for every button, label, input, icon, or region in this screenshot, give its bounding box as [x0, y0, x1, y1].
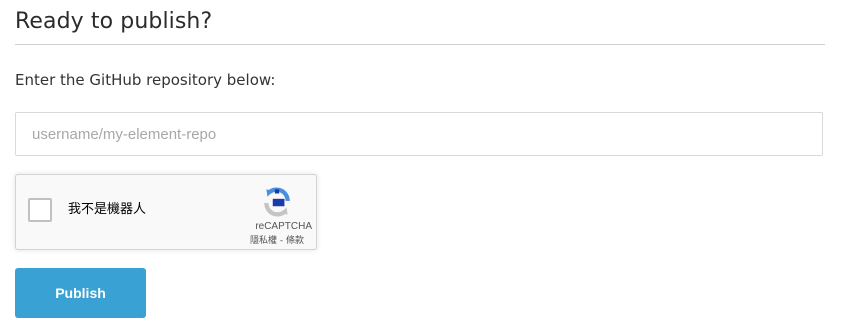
recaptcha-privacy-link[interactable]: 隱私權	[250, 236, 277, 246]
recaptcha-logo-icon	[264, 187, 290, 217]
recaptcha-widget: 我不是機器人 reCAPTCHA 隱私權 - 條款	[15, 174, 317, 250]
recaptcha-brand: reCAPTCHA	[255, 221, 312, 232]
recaptcha-links-separator: -	[277, 236, 286, 246]
recaptcha-terms-link[interactable]: 條款	[286, 236, 304, 246]
recaptcha-links: 隱私權 - 條款	[250, 236, 304, 247]
recaptcha-checkbox-label: 我不是機器人	[68, 202, 147, 217]
publish-button[interactable]: Publish	[15, 268, 146, 318]
title-divider	[15, 44, 825, 45]
recaptcha-checkbox[interactable]	[28, 198, 52, 222]
repo-instruction-text: Enter the GitHub repository below:	[15, 71, 276, 89]
repo-input[interactable]	[15, 112, 823, 156]
page-title: Ready to publish?	[15, 9, 213, 34]
